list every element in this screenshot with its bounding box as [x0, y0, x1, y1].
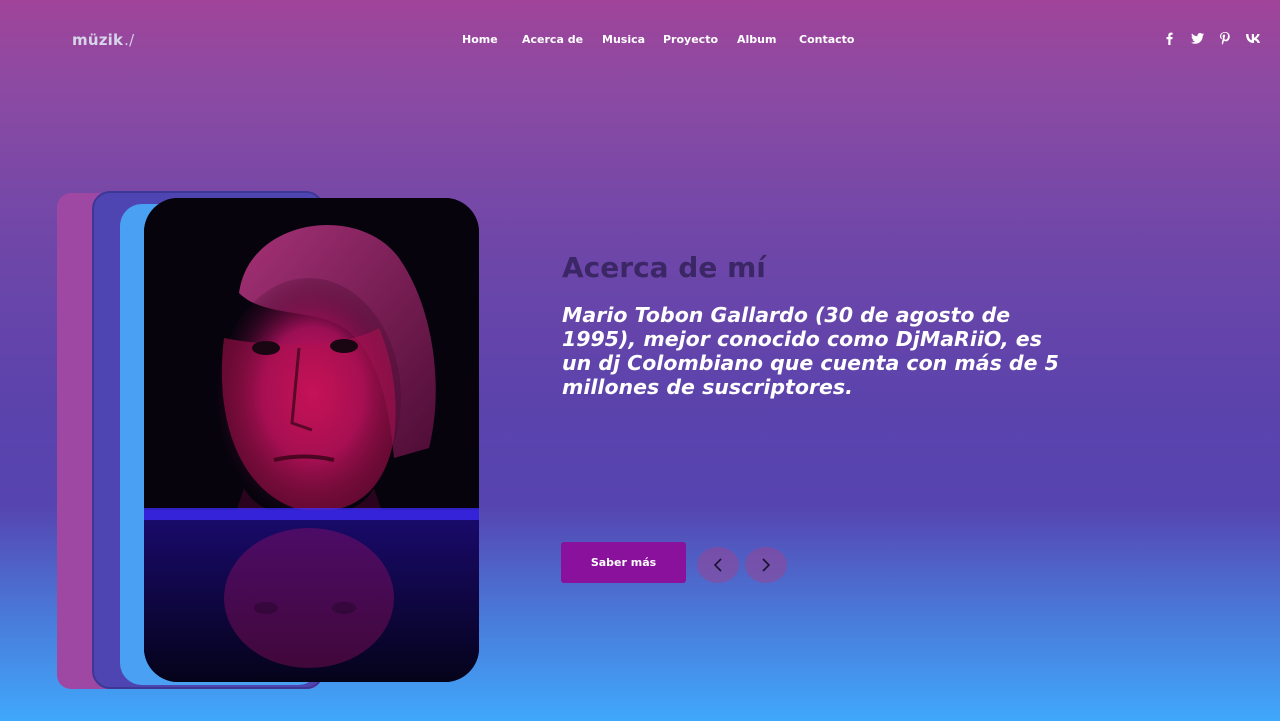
saber-mas-button[interactable]: Saber más	[561, 542, 686, 583]
nav-item-acerca-de[interactable]: Acerca de	[522, 33, 583, 46]
about-description: Mario Tobon Gallardo (30 de agosto de 19…	[562, 303, 1059, 399]
main-nav: Home Acerca de Musica Proyecto Album Con…	[0, 33, 1280, 49]
slider-next-button[interactable]	[745, 547, 787, 583]
about-heading: Acerca de mí	[562, 251, 766, 284]
chevron-right-icon	[759, 557, 773, 573]
facebook-icon[interactable]	[1162, 31, 1176, 45]
pinterest-icon[interactable]	[1218, 31, 1232, 45]
nav-item-album[interactable]: Album	[737, 33, 776, 46]
chevron-left-icon	[711, 557, 725, 573]
twitter-icon[interactable]	[1190, 31, 1204, 45]
nav-item-home[interactable]: Home	[462, 33, 498, 46]
slider-prev-button[interactable]	[697, 547, 739, 583]
nav-item-proyecto[interactable]: Proyecto	[663, 33, 718, 46]
nav-item-musica[interactable]: Musica	[602, 33, 645, 46]
artist-photo	[144, 198, 479, 682]
social-links	[1162, 31, 1260, 45]
nav-item-contacto[interactable]: Contacto	[799, 33, 854, 46]
vk-icon[interactable]	[1246, 31, 1260, 45]
